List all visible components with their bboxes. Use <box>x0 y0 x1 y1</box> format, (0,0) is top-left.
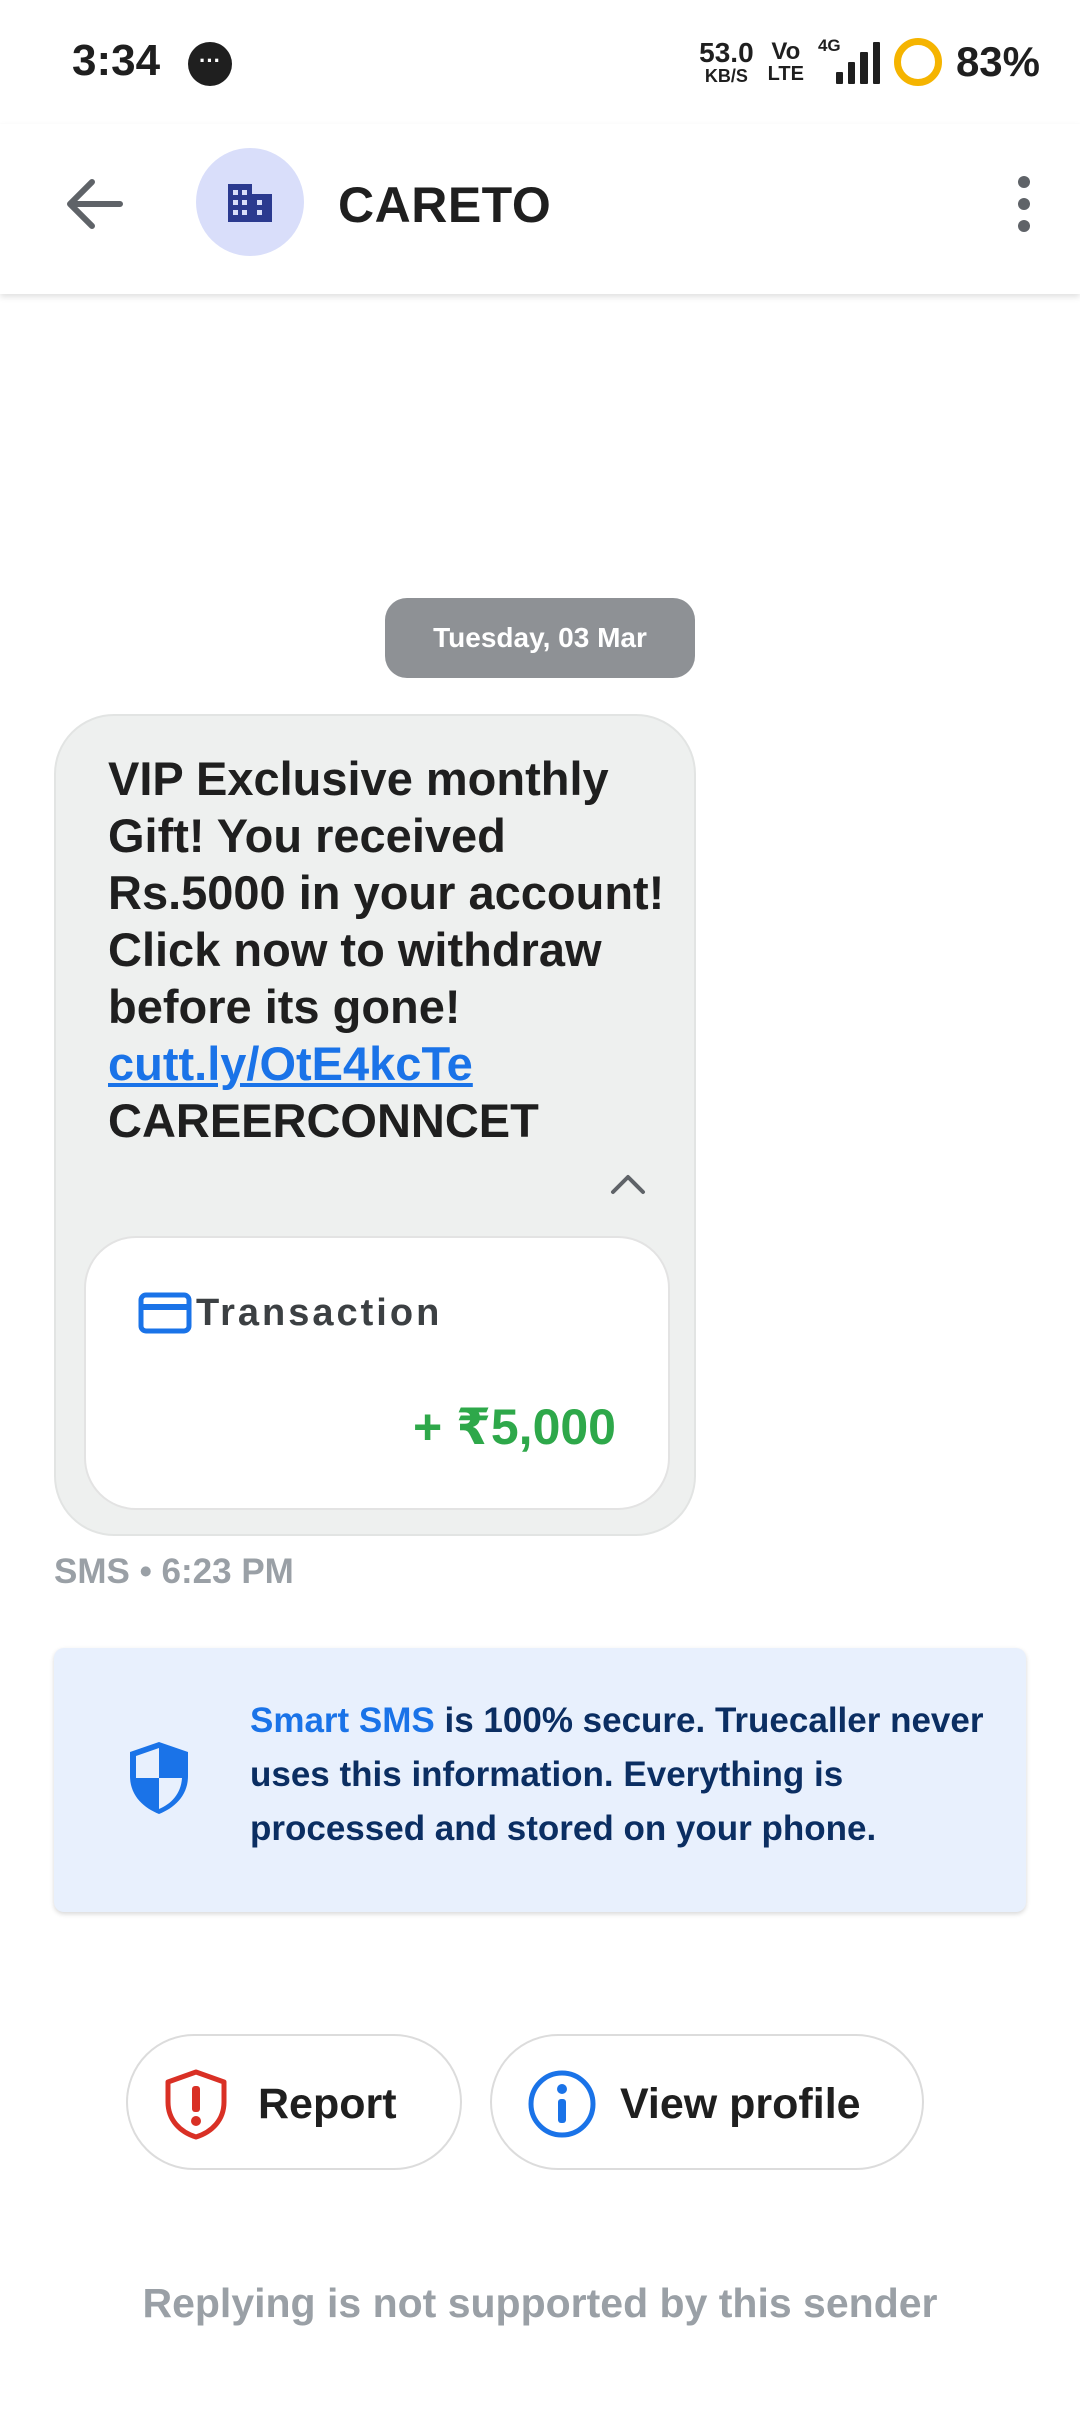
status-indicators: 53.0 KB/S Vo LTE 4G 83% <box>699 30 1040 94</box>
volte-indicator: Vo LTE <box>767 38 804 85</box>
more-vert-icon <box>1018 220 1030 232</box>
signal-bar <box>848 62 856 84</box>
signal-bar <box>872 42 880 84</box>
network-type: 4G <box>817 36 841 55</box>
message-link[interactable]: cutt.ly/OtE4kcTe <box>108 1035 668 1092</box>
volte-bottom: LTE <box>767 63 804 85</box>
building-icon <box>228 184 272 222</box>
smart-sms-info-card: Smart SMS is 100% secure. Truecaller nev… <box>54 1648 1026 1912</box>
more-vert-icon <box>1018 176 1030 188</box>
signal-bar <box>860 52 868 84</box>
message-body: VIP Exclusive monthly Gift! You received… <box>108 752 665 1033</box>
report-shield-icon <box>165 2069 227 2140</box>
volte-top: Vo <box>771 38 801 65</box>
report-button[interactable]: Report <box>126 2034 462 2170</box>
chevron-up-icon <box>611 1175 645 1194</box>
collapse-button[interactable] <box>596 1152 660 1216</box>
signal-icon: 4G <box>818 36 880 84</box>
info-text: Smart SMS is 100% secure. Truecaller nev… <box>250 1694 990 1856</box>
date-separator: Tuesday, 03 Mar <box>385 598 695 678</box>
network-speed-unit: KB/S <box>704 66 748 86</box>
sender-avatar[interactable] <box>196 148 304 256</box>
chat-bubble-icon: ··· <box>188 42 232 86</box>
network-speed: 53.0 KB/S <box>699 37 754 86</box>
view-profile-button[interactable]: View profile <box>490 2034 924 2170</box>
view-profile-label: View profile <box>620 2080 861 2128</box>
message-bubble[interactable]: VIP Exclusive monthly Gift! You received… <box>54 714 696 1536</box>
more-vert-icon <box>1018 198 1030 210</box>
message-timestamp: SMS • 6:23 PM <box>54 1552 294 1591</box>
message-text: VIP Exclusive monthly Gift! You received… <box>108 750 668 1149</box>
battery-percent: 83% <box>955 38 1040 85</box>
smart-sms-link[interactable]: Smart SMS <box>250 1701 435 1740</box>
info-icon <box>528 2070 596 2138</box>
status-time: 3:34 <box>72 36 161 85</box>
shield-icon <box>130 1742 188 1814</box>
conversation-header: CARETO <box>0 124 1080 294</box>
transaction-card[interactable]: Transaction + ₹5,000 <box>84 1236 670 1510</box>
sms-conversation-screen: 3:34 ··· 53.0 KB/S Vo LTE 4G 83% CARETO … <box>0 0 1080 2412</box>
transaction-amount: + ₹5,000 <box>412 1399 616 1455</box>
back-button[interactable] <box>52 162 136 246</box>
transaction-label: Transaction <box>196 1292 443 1334</box>
credit-card-icon <box>138 1292 192 1334</box>
sender-name[interactable]: CARETO <box>338 176 551 234</box>
more-options-button[interactable] <box>996 162 1052 246</box>
reply-not-supported-note: Replying is not supported by this sender <box>142 2280 938 2326</box>
status-bar: 3:34 ··· 53.0 KB/S Vo LTE 4G 83% <box>0 0 1080 124</box>
message-signature: CAREERCONNCET <box>108 1094 539 1147</box>
report-label: Report <box>258 2080 397 2128</box>
network-speed-value: 53.0 <box>699 37 754 68</box>
signal-bar <box>835 72 844 84</box>
arrow-left-icon <box>67 179 123 229</box>
battery-icon <box>893 38 942 86</box>
